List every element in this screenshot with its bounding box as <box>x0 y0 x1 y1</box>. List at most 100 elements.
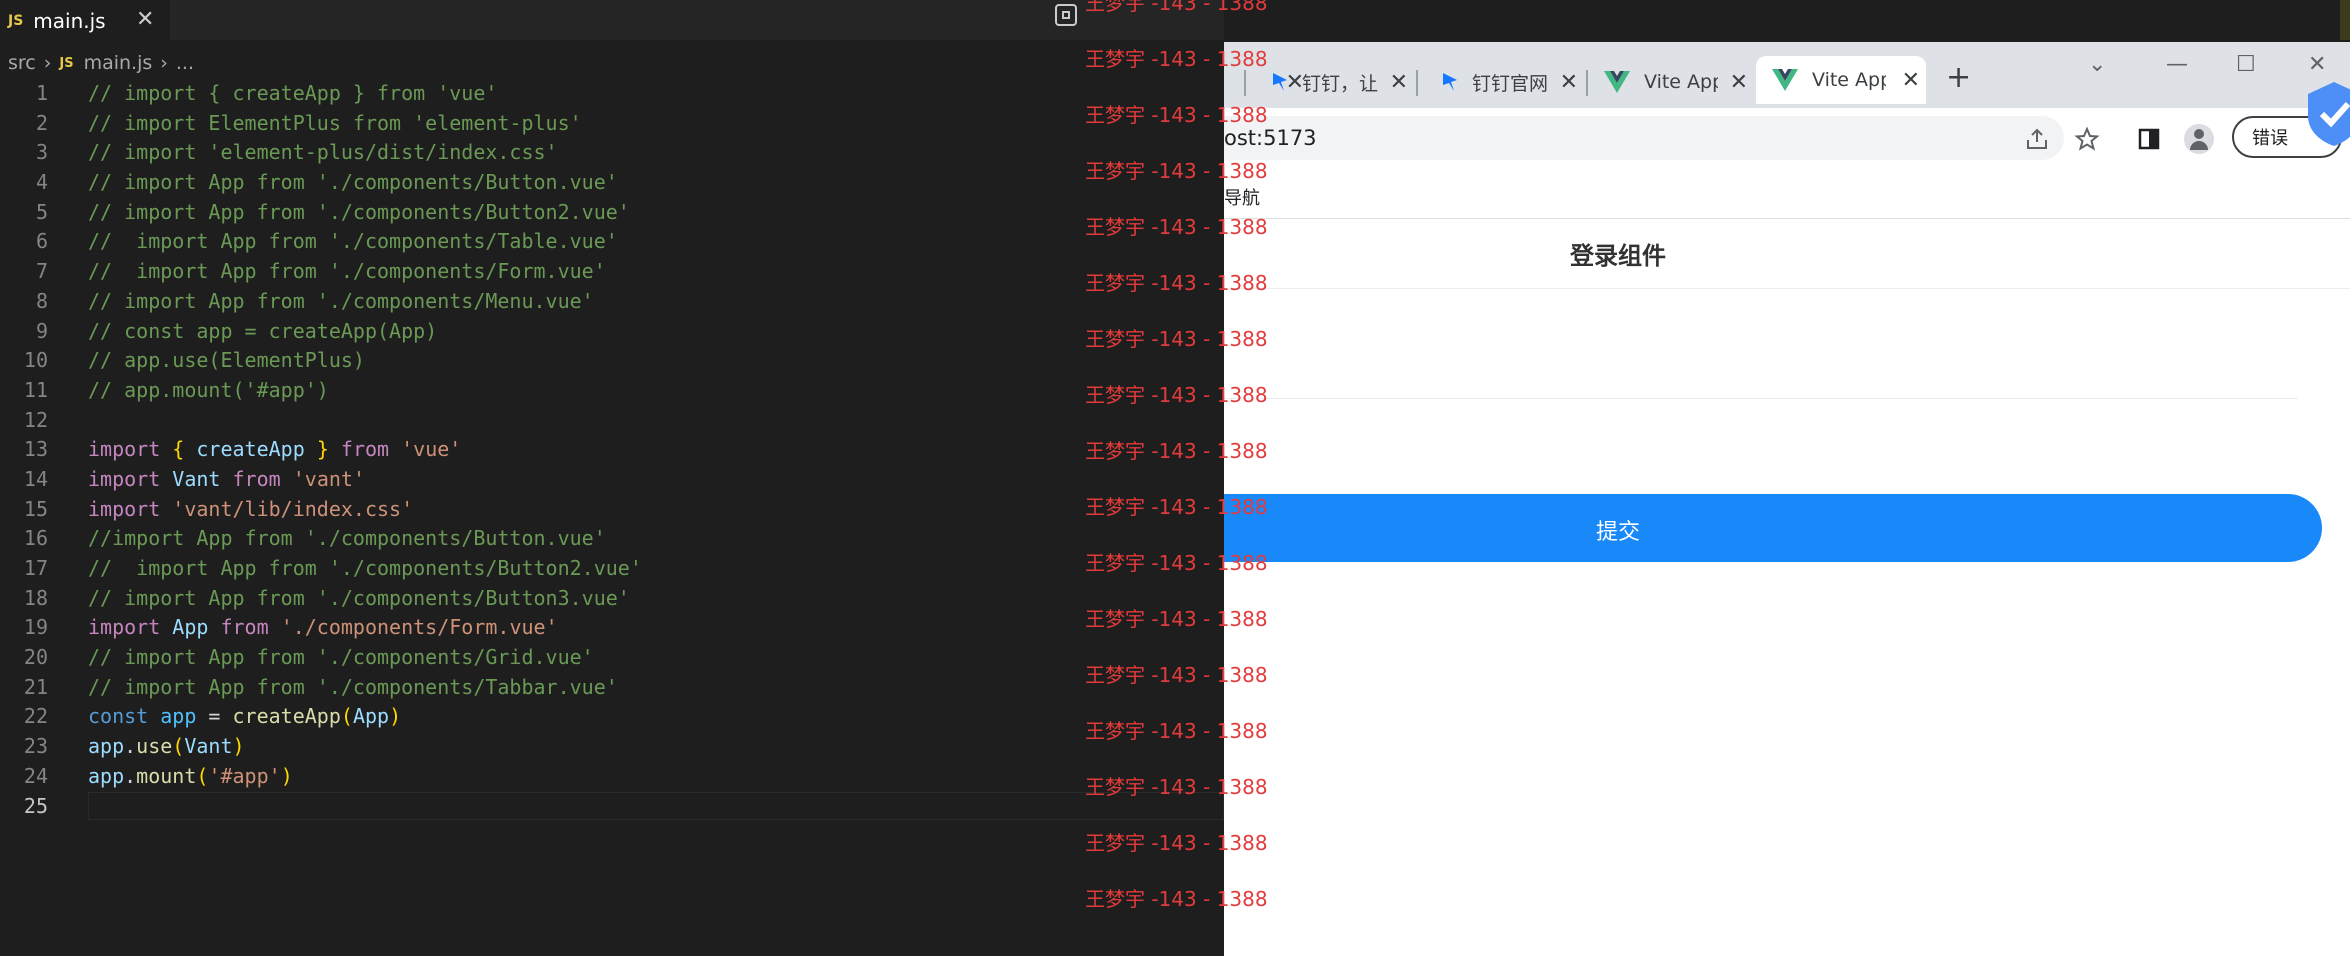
code-token: Vant <box>184 734 233 759</box>
code-token: // import App from './components/Tabbar.… <box>88 674 618 699</box>
editor-tab-main-js[interactable]: JS main.js ✕ <box>0 0 170 40</box>
code-token: app <box>88 763 125 788</box>
close-icon[interactable]: ✕ <box>1902 68 1920 93</box>
browser-tab-3[interactable]: Vite App ✕ <box>1588 62 1754 102</box>
watermark-text: 王梦宇 -143 - 1388 <box>1085 383 1224 407</box>
form-field-divider <box>1224 398 2298 399</box>
code-text: import Vant from 'vant' <box>88 465 365 495</box>
current-line-highlight <box>88 792 1224 820</box>
code-token: // import { createApp } from 'vue' <box>88 81 498 105</box>
line-number: 15 <box>23 496 48 521</box>
code-token: //import App from './components/Button.v… <box>88 526 606 551</box>
code-token: './components/Form.vue' <box>280 615 558 640</box>
code-text: // import App from './components/Menu.vu… <box>88 287 594 317</box>
line-number: 17 <box>23 556 48 580</box>
code-token: from <box>232 466 281 491</box>
bookmarks-bar: 导航 <box>1224 174 2350 219</box>
line-number: 9 <box>35 318 48 343</box>
line-number: 3 <box>35 140 48 165</box>
editor-tabbar: JS main.js ✕ <box>0 0 1224 40</box>
bookmark-star-icon[interactable] <box>2074 126 2100 152</box>
bookmark-nav[interactable]: 导航 <box>1224 184 1260 210</box>
watermark-text: 王梦宇 -143 - 1388 <box>1085 719 1224 743</box>
submit-button-label: 提交 <box>1596 520 1641 545</box>
code-token: // app.use(ElementPlus) <box>88 348 365 373</box>
code-text: // import App from './components/Button3… <box>88 584 630 614</box>
breadcrumb-more[interactable]: ... <box>176 52 194 74</box>
watermark-text: 王梦宇 -143 - 1388 <box>1085 439 1224 463</box>
code-text: // import App from './components/Table.v… <box>88 227 618 257</box>
close-icon[interactable]: ✕ <box>1560 70 1578 95</box>
line-number: 11 <box>23 377 48 402</box>
close-icon[interactable]: ✕ <box>1730 70 1748 95</box>
code-token: from <box>220 615 269 640</box>
line-number: 1 <box>35 81 48 105</box>
code-text: // import App from './components/Button.… <box>88 168 618 198</box>
maximize-button[interactable]: ☐ <box>2236 52 2256 77</box>
line-number: 4 <box>35 170 48 195</box>
breadcrumb-folder[interactable]: src <box>8 52 36 74</box>
code-token: import <box>88 615 161 640</box>
line-number: 20 <box>23 645 48 670</box>
code-token: const <box>88 704 149 729</box>
code-text: // app.mount('#app') <box>88 376 329 406</box>
minimize-button[interactable]: — <box>2166 52 2188 77</box>
browser-tab-2[interactable]: 钉钉官网 ✕ <box>1418 62 1584 102</box>
code-token: ) <box>280 763 293 788</box>
code-token: app <box>160 704 197 729</box>
share-icon[interactable] <box>2024 126 2050 152</box>
extension-shield-icon[interactable] <box>2304 78 2350 148</box>
code-token: createApp <box>196 437 305 462</box>
watermark-text: 王梦宇 -143 - 1388 <box>1085 327 1224 351</box>
close-icon[interactable]: ✕ <box>1390 70 1408 95</box>
browser-tab-label: Vite App <box>1812 69 1886 91</box>
code-token: // import App from './components/Button2… <box>88 199 630 224</box>
code-token: // import App from './components/Button.… <box>88 170 618 195</box>
close-icon[interactable]: ✕ <box>136 7 154 32</box>
breadcrumb-file[interactable]: main.js <box>84 52 153 74</box>
side-panel-icon[interactable] <box>2136 126 2162 152</box>
browser-window: ✕ 钉钉，让 ✕ 钉钉官网 ✕ Vite App ✕ Vite App ✕ + … <box>1224 42 2350 956</box>
line-number: 24 <box>23 763 48 788</box>
line-number: 13 <box>23 437 48 462</box>
code-token: Vant <box>172 466 221 491</box>
line-number: 7 <box>35 259 48 284</box>
code-token: '#app' <box>208 763 281 788</box>
watermark-text: 王梦宇 -143 - 1388 <box>1085 887 1224 911</box>
line-number: 8 <box>35 288 48 313</box>
code-text: // app.use(ElementPlus) <box>88 346 365 376</box>
browser-tab-label: 钉钉官网 <box>1472 72 1549 95</box>
code-token: ( <box>196 763 209 788</box>
submit-button[interactable]: 提交 <box>1224 494 2322 562</box>
watermark-text: 王梦宇 -143 - 1388 <box>1085 495 1224 519</box>
breadcrumb: src › JS main.js › ... <box>0 48 194 78</box>
browser-tab-1[interactable]: 钉钉，让 ✕ <box>1248 62 1414 102</box>
new-tab-button[interactable]: + <box>1946 60 1971 95</box>
line-number: 23 <box>23 734 48 759</box>
watermark-text: 王梦宇 -143 - 1388 <box>1085 607 1224 631</box>
watermark-text: 王梦宇 -143 - 1388 <box>1085 551 1224 575</box>
vue-icon <box>1604 71 1630 93</box>
tab-search-icon[interactable]: ⌄ <box>2088 52 2106 77</box>
code-token: // import 'element-plus/dist/index.css' <box>88 140 558 165</box>
watermark-text: 王梦宇 -143 - 1388 <box>1224 0 1268 15</box>
code-token: from <box>340 437 390 462</box>
url-text: ost:5173 <box>1224 126 1317 150</box>
zen-mode-icon[interactable] <box>1055 4 1077 26</box>
address-bar[interactable]: ost:5173 <box>1224 116 2064 160</box>
code-text: // import { createApp } from 'vue' <box>88 79 497 109</box>
code-token: // import App from './components/Button2… <box>88 556 642 580</box>
line-number: 12 <box>23 407 48 432</box>
browser-tab-active[interactable]: Vite App ✕ <box>1756 56 1926 104</box>
profile-avatar[interactable] <box>2184 124 2214 154</box>
code-text: app.use(Vant) <box>88 732 245 762</box>
code-text: // import App from './components/Tabbar.… <box>88 673 618 703</box>
window-close-button[interactable]: ✕ <box>2308 52 2326 77</box>
line-number: 22 <box>23 704 48 729</box>
code-text: import 'vant/lib/index.css' <box>88 495 413 525</box>
code-text: import { createApp } from 'vue' <box>88 435 461 465</box>
